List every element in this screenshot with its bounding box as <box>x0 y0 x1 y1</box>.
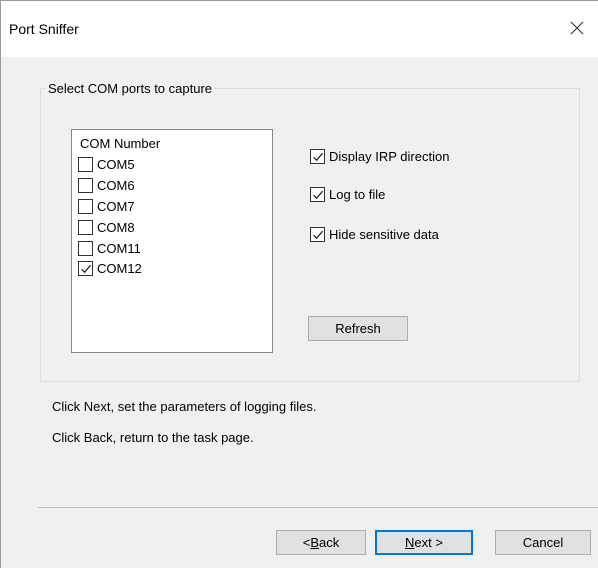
list-item-com6[interactable]: COM6 <box>78 175 135 195</box>
separator <box>38 507 598 508</box>
com8-label: COM8 <box>97 219 135 235</box>
com-port-list[interactable]: COM Number COM5 COM6 COM7 COM8 COM11 COM… <box>71 129 273 353</box>
list-item-com7[interactable]: COM7 <box>78 196 135 216</box>
display-irp-option[interactable]: Display IRP direction <box>310 147 449 165</box>
com5-label: COM5 <box>97 156 135 172</box>
com11-label: COM11 <box>97 240 141 256</box>
close-icon <box>570 21 584 35</box>
log-to-file-option[interactable]: Log to file <box>310 185 385 203</box>
groupbox-caption: Select COM ports to capture <box>46 81 215 96</box>
window-title: Port Sniffer <box>9 21 79 37</box>
next-button[interactable]: Next > <box>375 530 473 555</box>
com7-checkbox[interactable] <box>78 198 93 214</box>
checkmark-icon <box>81 264 92 273</box>
list-item-com8[interactable]: COM8 <box>78 217 135 237</box>
list-item-com11[interactable]: COM11 <box>78 238 141 258</box>
com11-checkbox[interactable] <box>78 240 93 256</box>
com12-label: COM12 <box>97 260 142 276</box>
hide-sensitive-label: Hide sensitive data <box>329 226 439 242</box>
hide-sensitive-checkbox[interactable] <box>310 226 325 242</box>
com8-checkbox[interactable] <box>78 219 93 235</box>
next-info-text: Click Next, set the parameters of loggin… <box>52 399 317 414</box>
next-mnemonic: N <box>405 535 415 550</box>
hide-sensitive-option[interactable]: Hide sensitive data <box>310 225 439 243</box>
log-to-file-label: Log to file <box>329 186 386 202</box>
checkmark-icon <box>313 152 324 161</box>
back-mnemonic: B <box>310 535 320 550</box>
back-prefix: < <box>302 535 311 550</box>
display-irp-checkbox[interactable] <box>310 148 325 164</box>
back-button[interactable]: < Back <box>276 530 366 555</box>
list-header: COM Number <box>80 136 161 151</box>
next-rest: ext > <box>414 535 443 550</box>
title-bar: Port Sniffer <box>1 1 598 57</box>
com6-checkbox[interactable] <box>78 177 93 193</box>
close-button[interactable] <box>558 11 598 51</box>
com12-checkbox[interactable] <box>78 260 93 276</box>
list-item-com5[interactable]: COM5 <box>78 154 135 174</box>
com7-label: COM7 <box>97 198 135 214</box>
back-rest: ack <box>319 535 340 550</box>
cancel-button[interactable]: Cancel <box>495 530 591 555</box>
refresh-button[interactable]: Refresh <box>308 316 408 341</box>
log-to-file-checkbox[interactable] <box>310 186 325 202</box>
back-info-text: Click Back, return to the task page. <box>52 430 254 445</box>
checkmark-icon <box>313 230 324 239</box>
display-irp-label: Display IRP direction <box>329 148 450 164</box>
list-item-com12[interactable]: COM12 <box>78 258 142 278</box>
com6-label: COM6 <box>97 177 135 193</box>
com5-checkbox[interactable] <box>78 156 93 172</box>
checkmark-icon <box>313 190 324 199</box>
